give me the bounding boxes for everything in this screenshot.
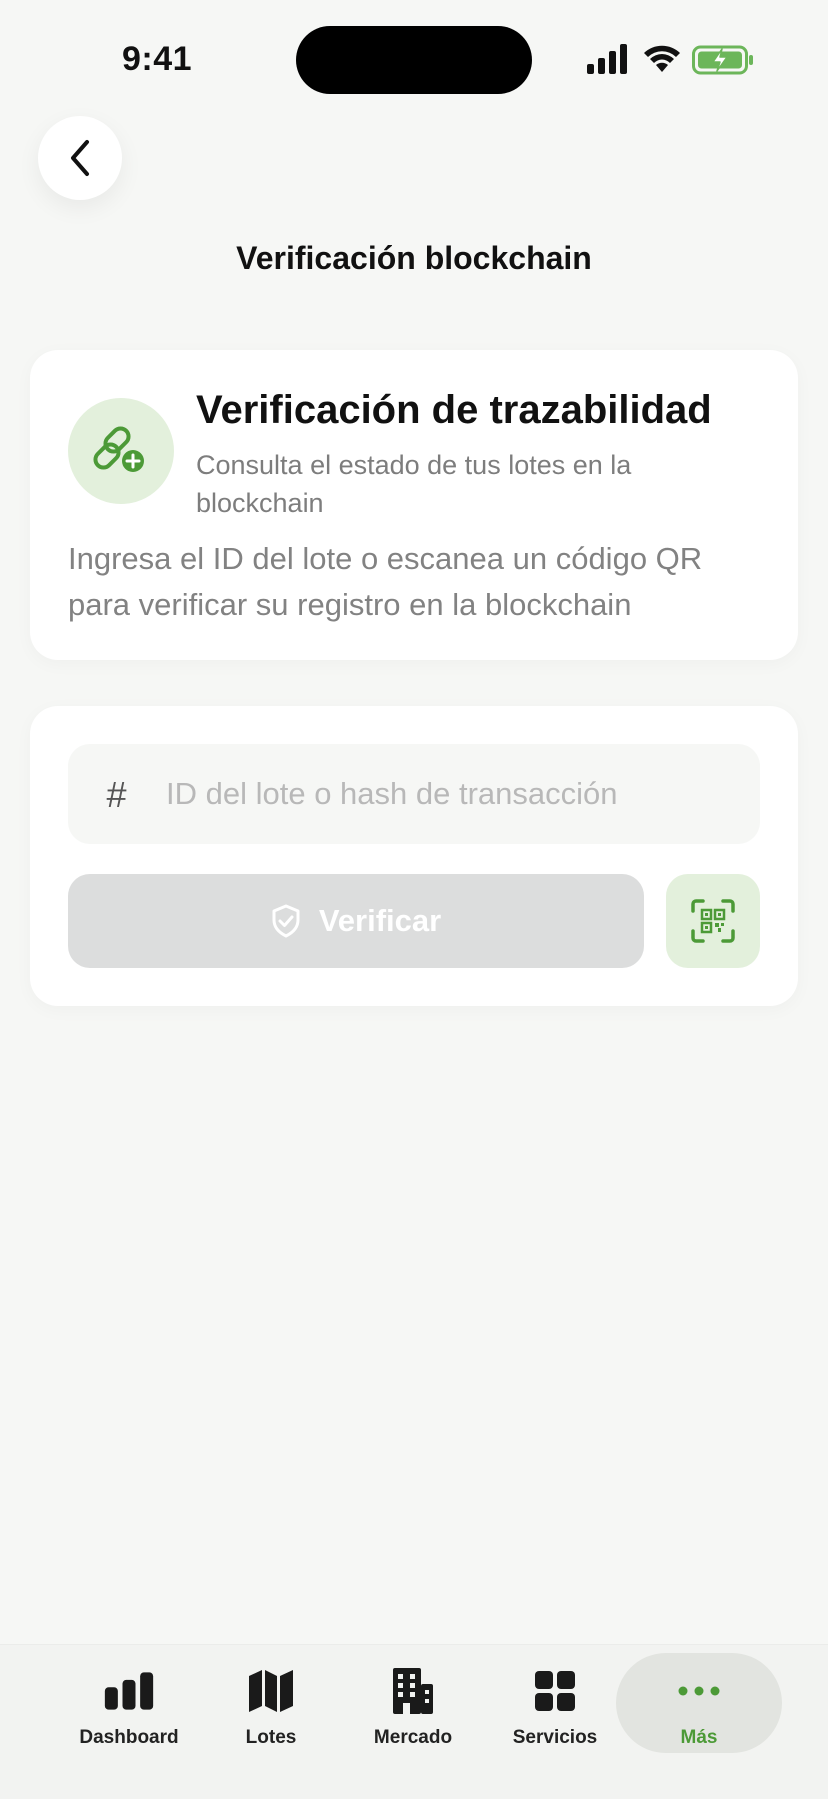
map-icon: [245, 1665, 297, 1717]
nav-item-mercado[interactable]: Mercado: [343, 1645, 483, 1755]
card-title: Verificación de trazabilidad: [196, 388, 712, 432]
grid-icon: [529, 1665, 581, 1717]
status-time: 9:41: [122, 40, 193, 78]
cellular-signal-icon: [587, 44, 627, 74]
nav-label-mas: Más: [680, 1727, 718, 1748]
building-icon: [387, 1665, 439, 1717]
nav-label-mercado: Mercado: [373, 1727, 453, 1748]
battery-charging-icon: [692, 45, 753, 75]
chevron-left-icon: [71, 140, 89, 176]
qr-scan-button[interactable]: [666, 874, 760, 968]
nav-label-servicios: Servicios: [512, 1727, 598, 1748]
lot-id-input-box[interactable]: #: [68, 744, 760, 844]
verify-button[interactable]: Verificar: [68, 874, 644, 968]
qr-scan-icon: [691, 899, 735, 943]
nav-item-mas[interactable]: Más: [629, 1645, 769, 1755]
back-button[interactable]: [38, 116, 122, 200]
link-plus-icon: [68, 398, 174, 504]
bar-chart-icon: [103, 1665, 155, 1717]
nav-label-lotes: Lotes: [245, 1727, 297, 1748]
wifi-icon: [644, 45, 680, 72]
verification-screen: 9:41 Verificación blockchain Verificació…: [0, 0, 828, 1799]
nav-label-dashboard: Dashboard: [79, 1727, 179, 1748]
dynamic-island: [296, 26, 532, 94]
nav-item-lotes[interactable]: Lotes: [201, 1645, 341, 1755]
card-subtitle: Consulta el estado de tus lotes en la bl…: [196, 450, 632, 518]
nav-item-servicios[interactable]: Servicios: [485, 1645, 625, 1755]
lot-id-input[interactable]: [166, 768, 736, 820]
verification-form-card: # Verificar: [30, 706, 798, 1006]
more-dots-icon: [673, 1665, 725, 1717]
bottom-navigation: Dashboard Lotes Mercado Servicios Más: [0, 1644, 828, 1799]
page-title: Verificación blockchain: [236, 240, 592, 276]
hash-icon: #: [106, 774, 127, 815]
nav-item-dashboard[interactable]: Dashboard: [59, 1645, 199, 1755]
status-bar: 9:41: [0, 0, 828, 120]
shield-check-icon: [272, 904, 300, 938]
traceability-info-card: Verificación de trazabilidad Consulta el…: [30, 350, 798, 660]
verify-button-label: Verificar: [318, 903, 442, 938]
card-description: Ingresa el ID del lote o escanea un códi…: [68, 541, 703, 622]
